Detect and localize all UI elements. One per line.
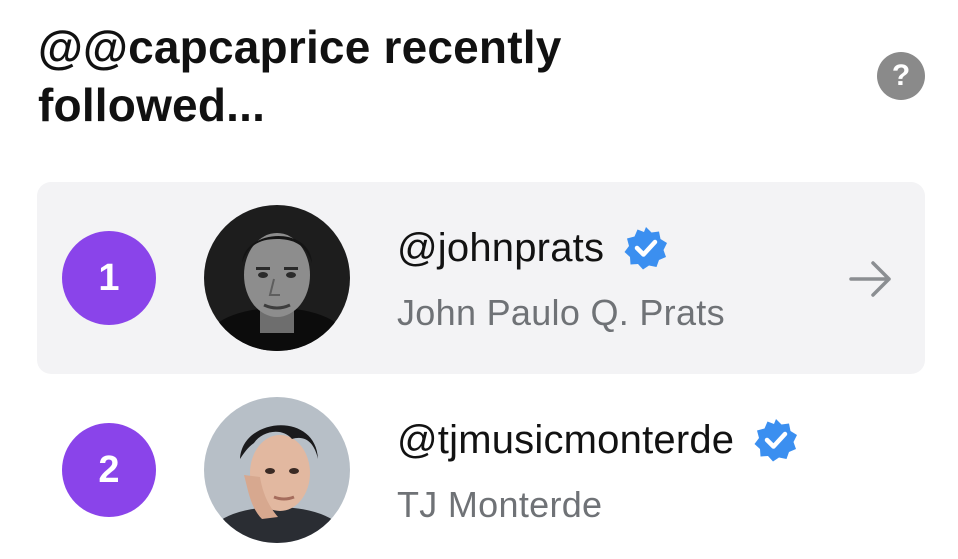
account-handle[interactable]: @johnprats	[397, 226, 604, 271]
account-display-name: TJ Monterde	[397, 484, 603, 525]
verified-badge-icon	[624, 227, 668, 270]
followed-account-row-tjmusicmonterde[interactable]: 2 @tjmusicmonterde TJ Monterde	[37, 374, 925, 559]
followed-account-row-johnprats[interactable]: 1 @johnprats John Paulo Q. Prats	[37, 182, 925, 374]
help-button[interactable]: ?	[877, 52, 925, 100]
account-handle[interactable]: @tjmusicmonterde	[397, 418, 734, 463]
rank-badge: 1	[62, 231, 156, 325]
rank-badge: 2	[62, 423, 156, 517]
recently-followed-panel: @@capcaprice recently followed... ? 1 @j…	[0, 0, 958, 559]
verified-badge-icon	[754, 419, 798, 462]
avatar[interactable]	[204, 397, 350, 543]
handle-line: @johnprats	[397, 224, 670, 272]
page-title: @@capcaprice recently followed...	[38, 21, 562, 131]
handle-line: @tjmusicmonterde	[397, 416, 800, 464]
avatar[interactable]	[204, 205, 350, 351]
arrow-right-icon[interactable]	[847, 256, 893, 302]
question-mark-icon: ?	[891, 59, 911, 92]
account-display-name: John Paulo Q. Prats	[397, 292, 725, 333]
